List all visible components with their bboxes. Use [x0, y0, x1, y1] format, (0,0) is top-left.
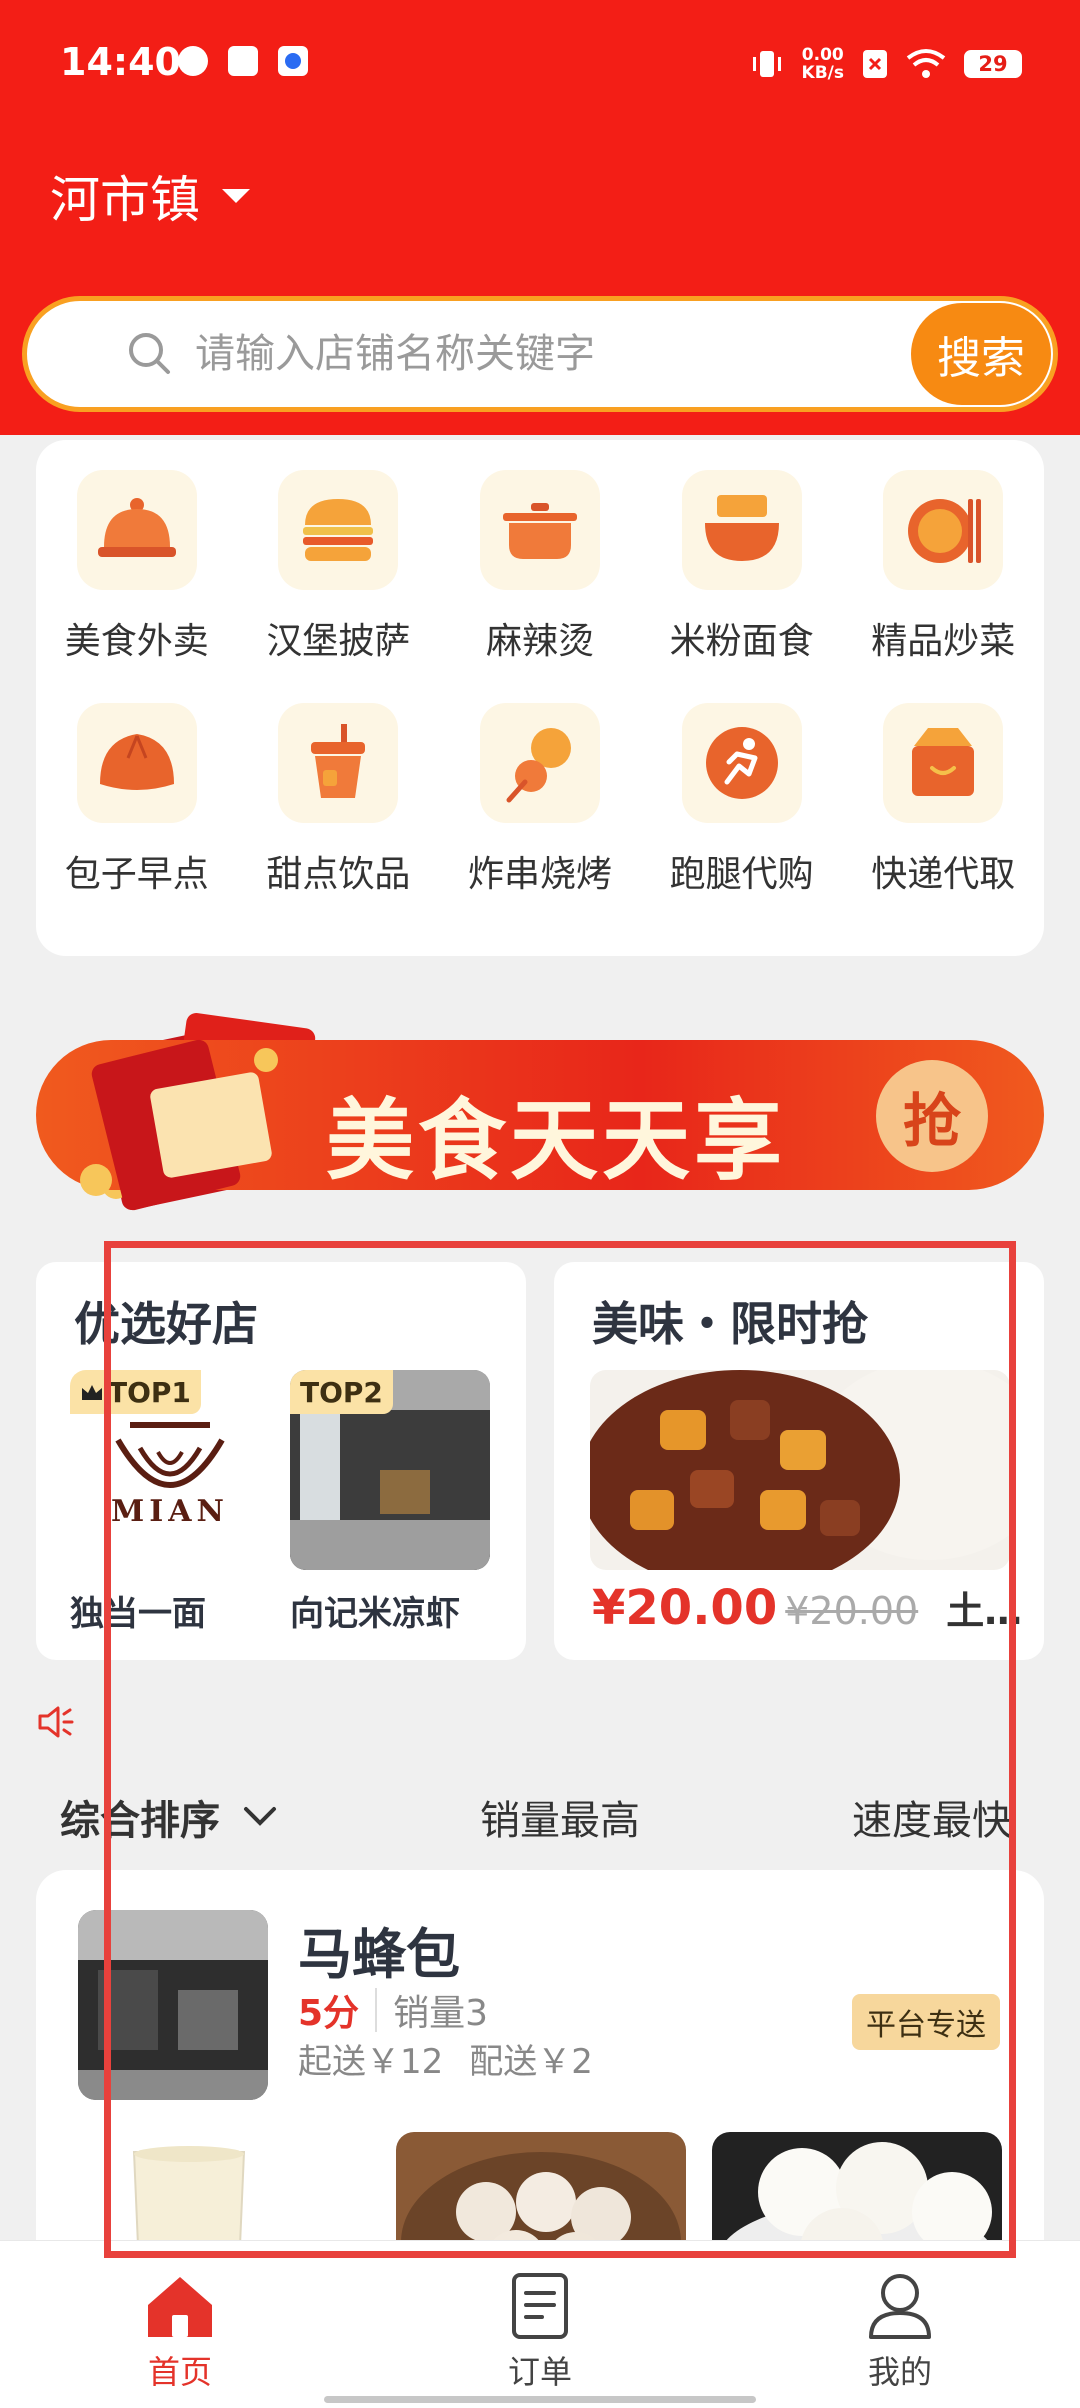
category-item[interactable]: 精品炒菜 — [842, 470, 1044, 703]
status-bar: 14:40 0.00 KB/s 29 — [0, 0, 1080, 130]
skewer-icon — [479, 703, 600, 823]
user-icon — [869, 2274, 931, 2339]
category-item[interactable]: 快递代取 — [842, 703, 1044, 936]
sort-sales[interactable]: 销量最高 — [480, 1788, 640, 1846]
platform-delivery-badge: 平台专送 — [852, 1994, 1000, 2050]
store-card[interactable]: 马蜂包 5分 销量3 起送￥12 配送￥2 平台专送 — [36, 1870, 1044, 2270]
store-delivery-fee: 配送￥2 — [469, 2042, 593, 2082]
store-sales: 销量3 — [393, 1993, 488, 2034]
banner-text: 美食天天享 — [326, 1089, 787, 1192]
banner-grab-button[interactable]: 抢 — [876, 1060, 988, 1172]
flash-price-row: ¥20.00 ¥20.00 土… — [592, 1580, 1022, 1636]
shop-image: TOP2 — [290, 1370, 490, 1570]
gesture-bar — [324, 2396, 756, 2403]
battery-indicator: 29 — [964, 50, 1022, 78]
food-cloche-icon — [76, 470, 197, 590]
bun-icon — [76, 703, 197, 823]
store-score: 5分 — [298, 1993, 360, 2034]
status-time: 14:40 — [60, 40, 181, 84]
vibrate-icon — [752, 51, 781, 77]
drink-cup-icon — [278, 703, 399, 823]
net-speed: 0.00 KB/s — [801, 45, 844, 83]
app-notification-icon — [178, 46, 208, 76]
sim-off-icon — [863, 50, 887, 78]
promo-banner[interactable]: 美食天天享 抢 — [36, 1000, 1044, 1230]
flash-item-image — [590, 1370, 1010, 1570]
shop-name: 独当一面 — [70, 1594, 206, 1634]
mail-notification-icon — [228, 46, 258, 76]
status-right: 0.00 KB/s 29 — [750, 40, 1022, 88]
tab-mine[interactable]: 我的 — [820, 2271, 980, 2393]
announcement-speaker-icon[interactable] — [36, 1702, 76, 1742]
burger-icon — [278, 470, 399, 590]
wifi-icon — [906, 49, 946, 78]
sort-speed[interactable]: 速度最快 — [852, 1788, 1080, 1846]
featured-shop[interactable]: MIAN TOP1 独当一面 — [70, 1370, 270, 1635]
app-notification-icon-2 — [278, 46, 308, 76]
rank-badge: TOP1 — [70, 1370, 201, 1414]
parcel-icon — [883, 703, 1004, 823]
flash-item-name: 土… — [946, 1589, 1023, 1633]
category-grid: 美食外卖 汉堡披萨 麻辣烫 米粉面食 精品炒菜 包子早点 甜点饮品 炸串烧烤 跑… — [36, 440, 1044, 956]
store-fees: 起送￥12 配送￥2 — [298, 2034, 593, 2083]
plate-chopsticks-icon — [883, 470, 1004, 590]
store-thumbnail — [78, 1910, 268, 2100]
bottom-nav: 首页 订单 我的 — [0, 2240, 1080, 2408]
featured-shops-card: 优选好店 MIAN TOP1 独当一面 TOP2 向记米凉虾 — [36, 1262, 526, 1660]
sort-comprehensive[interactable]: 综合排序 — [60, 1788, 278, 1846]
category-item[interactable]: 甜点饮品 — [238, 703, 440, 936]
category-item[interactable]: 汉堡披萨 — [238, 470, 440, 703]
search-bar: 搜索 — [22, 296, 1058, 412]
category-item[interactable]: 包子早点 — [36, 703, 238, 936]
flash-price: ¥20.00 — [592, 1580, 778, 1636]
caret-down-icon — [222, 189, 250, 203]
noodle-bowl-icon — [681, 470, 802, 590]
search-button[interactable]: 搜索 — [911, 303, 1051, 405]
red-envelope-icon — [80, 1039, 278, 1211]
search-icon — [129, 333, 170, 374]
flash-original-price: ¥20.00 — [785, 1589, 919, 1633]
store-name: 马蜂包 — [298, 1923, 460, 1986]
sort-bar: 综合排序 销量最高 速度最快 — [0, 1770, 1080, 1860]
shop-name: 向记米凉虾 — [290, 1594, 460, 1634]
category-item[interactable]: 米粉面食 — [641, 470, 843, 703]
home-icon — [148, 2277, 212, 2337]
category-item[interactable]: 跑腿代购 — [641, 703, 843, 936]
order-list-icon — [512, 2273, 568, 2339]
flash-title: 美味・限时抢 — [592, 1297, 868, 1351]
shop-logo-text: MIAN — [111, 1494, 229, 1529]
tab-orders[interactable]: 订单 — [460, 2271, 620, 2393]
store-rating-row: 5分 销量3 — [298, 1984, 488, 2036]
tab-home[interactable]: 首页 — [100, 2271, 260, 2393]
header: 14:40 0.00 KB/s 29 河市镇 搜索 — [0, 0, 1080, 435]
rank-badge: TOP2 — [290, 1370, 393, 1414]
location-selector[interactable]: 河市镇 — [50, 160, 250, 232]
shop-image: MIAN TOP1 — [70, 1370, 270, 1570]
store-min-order: 起送￥12 — [298, 2042, 444, 2082]
divider — [375, 1988, 378, 2032]
category-item[interactable]: 炸串烧烤 — [439, 703, 641, 936]
crown-icon — [82, 1385, 102, 1400]
featured-shop[interactable]: TOP2 向记米凉虾 — [290, 1370, 490, 1635]
featured-title: 优选好店 — [74, 1297, 258, 1351]
chevron-down-icon — [244, 1807, 276, 1826]
location-name: 河市镇 — [50, 171, 200, 229]
search-input[interactable] — [195, 326, 895, 382]
hotpot-icon — [479, 470, 600, 590]
runner-icon — [681, 703, 802, 823]
category-item[interactable]: 麻辣烫 — [439, 470, 641, 703]
flash-sale-card[interactable]: 美味・限时抢 ¥20.00 ¥20.00 土… — [554, 1262, 1044, 1660]
category-item[interactable]: 美食外卖 — [36, 470, 238, 703]
